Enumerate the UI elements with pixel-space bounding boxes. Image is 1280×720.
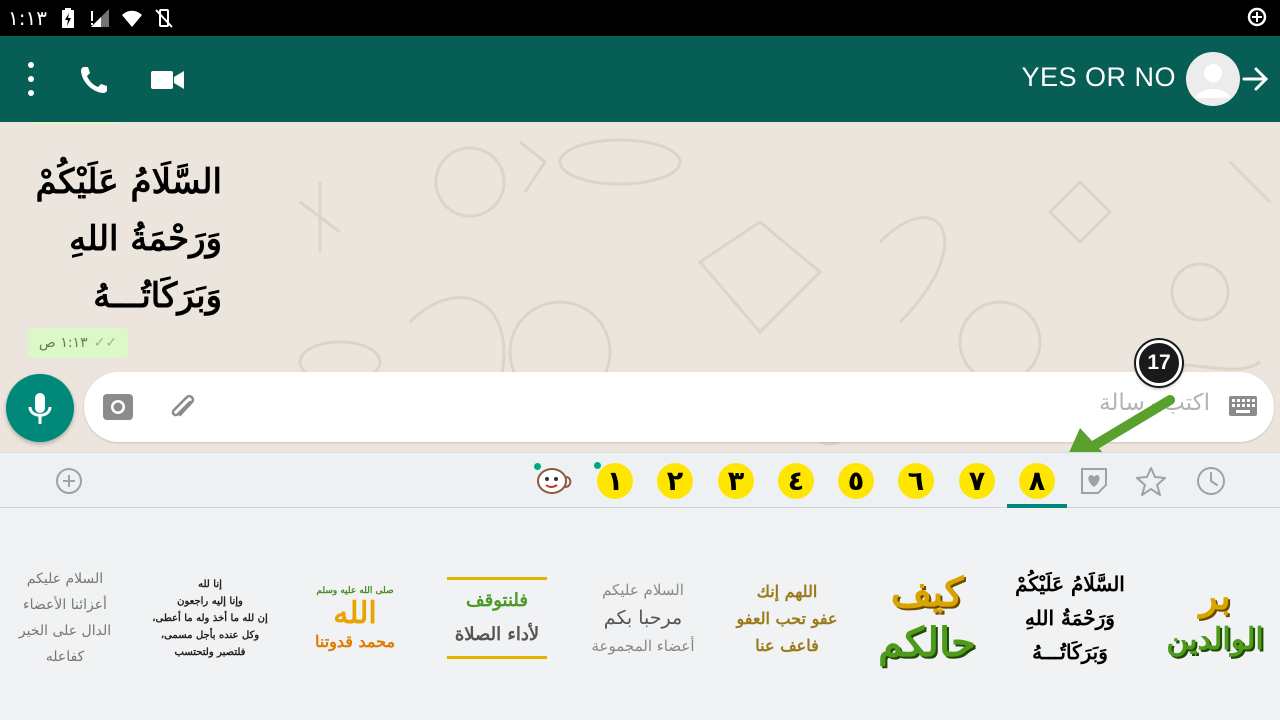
chat-header: YES OR NO xyxy=(0,36,1280,122)
sticker-item[interactable]: السلام عليكم أعزائنا الأعضاء الدال على ا… xyxy=(0,558,130,678)
sticker-line: كيف xyxy=(890,569,964,616)
sticker-tabs: ١ ٢ ٣ ٤ ٥ ٦ ٧ ٨ xyxy=(0,452,1280,508)
sticker-line: وإنا إليه راجعون xyxy=(177,595,243,607)
sticker-line: فلتصبر ولتحتسب xyxy=(174,646,246,658)
tab-cup-sticker-pack[interactable] xyxy=(534,463,572,499)
vibrate-off-icon xyxy=(155,9,173,28)
tab-sticker-pack-3[interactable]: ٣ xyxy=(718,463,754,499)
sticker-line: السلام عليكم xyxy=(602,581,684,599)
starred-stickers-icon[interactable] xyxy=(1135,465,1167,497)
sticker-line: السَّلَامُ عَلَيْكُمْ xyxy=(1015,572,1125,596)
recent-stickers-icon[interactable] xyxy=(1195,465,1227,497)
sticker-line: أعضاء المجموعة xyxy=(591,637,695,655)
step-number-badge: 17 xyxy=(1136,340,1182,386)
sticker-item[interactable]: اللهم إنك عفو تحب العفو فاعف عنا xyxy=(722,558,852,678)
tab-sticker-pack-4[interactable]: ٤ xyxy=(778,463,814,499)
sticker-line: محمد قدوتنا xyxy=(314,631,396,651)
sticker-item[interactable]: فلنتوقف لأداء الصلاة xyxy=(432,558,562,678)
sticker-line: الوالدين xyxy=(1166,622,1264,657)
sticker-item[interactable]: السلام عليكم مرحبا بكم أعضاء المجموعة xyxy=(578,558,708,678)
sticker-message[interactable]: السَّلَامُ عَلَيْكُمْ وَرَحْمَةُ اللهِ و… xyxy=(22,154,222,325)
tab-sticker-pack-7[interactable]: ٧ xyxy=(959,463,995,499)
sticker-line: صلى الله عليه وسلم xyxy=(316,585,394,596)
sticker-line: وَرَحْمَةُ اللهِ xyxy=(69,219,222,259)
sticker-line: اللهم إنك xyxy=(756,581,818,601)
tab-sticker-pack-6[interactable]: ٦ xyxy=(898,463,934,499)
new-pack-dot xyxy=(594,462,601,469)
sticker-line: وَبَرَكَاتُـــهُ xyxy=(1032,640,1108,664)
more-options-icon[interactable] xyxy=(22,62,40,96)
default-avatar-icon xyxy=(1196,64,1230,98)
tab-sticker-pack-2[interactable]: ٢ xyxy=(657,463,693,499)
microphone-icon xyxy=(28,393,52,424)
keyboard-icon[interactable] xyxy=(1228,394,1258,418)
sticker-item[interactable]: كيف حالكم xyxy=(862,558,992,678)
clock: ١:١٣ xyxy=(8,6,47,30)
sticker-line: وَرَحْمَةُ اللهِ xyxy=(1025,606,1115,630)
attachment-icon[interactable] xyxy=(166,390,202,426)
previous-message-edge xyxy=(28,122,124,124)
sticker-item[interactable]: السَّلَامُ عَلَيْكُمْ وَرَحْمَةُ اللهِ و… xyxy=(1005,558,1135,678)
video-call-icon[interactable] xyxy=(148,60,188,100)
sticker-line: حالكم xyxy=(878,619,976,666)
sticker-line: إنا لله xyxy=(198,578,222,590)
sticker-line: وكل عنده بأجل مسمى، xyxy=(160,629,260,641)
sticker-item[interactable]: بر الوالدين xyxy=(1150,558,1280,678)
double-check-icon: ✓✓ xyxy=(93,335,118,351)
sticker-line: مرحبا بكم xyxy=(603,607,683,629)
data-saver-icon xyxy=(1247,7,1267,27)
message-timestamp: ١:١٣ ص ✓✓ xyxy=(28,328,128,358)
signal-icon xyxy=(90,9,109,27)
sticker-line: عفو تحب العفو xyxy=(736,608,838,628)
sticker-item[interactable]: صلى الله عليه وسلم الله محمد قدوتنا xyxy=(290,558,420,678)
tab-sticker-pack-1[interactable]: ١ xyxy=(597,463,633,499)
sticker-line: إن لله ما أخذ وله ما أعطى، xyxy=(152,612,268,624)
add-sticker-pack-icon[interactable] xyxy=(54,466,84,496)
new-pack-dot xyxy=(534,463,541,470)
contact-avatar[interactable] xyxy=(1186,52,1240,106)
sticker-line: فاعف عنا xyxy=(755,635,819,655)
favorites-sticker-icon[interactable] xyxy=(1078,465,1110,497)
voice-record-button[interactable] xyxy=(6,374,74,442)
sticker-grid: السلام عليكم أعزائنا الأعضاء الدال على ا… xyxy=(0,508,1280,720)
sticker-line: أعزائنا الأعضاء xyxy=(23,597,107,613)
sticker-line: السلام عليكم xyxy=(26,571,104,587)
sticker-line: بر xyxy=(1199,573,1231,618)
sticker-item[interactable]: إنا لله وإنا إليه راجعون إن لله ما أخذ و… xyxy=(145,558,275,678)
camera-icon[interactable] xyxy=(102,392,134,422)
back-arrow-icon[interactable] xyxy=(1240,62,1272,96)
tab-sticker-pack-5[interactable]: ٥ xyxy=(838,463,874,499)
message-time: ١:١٣ ص xyxy=(38,335,88,351)
sticker-line: الدال على الخير كفاعله xyxy=(18,623,112,665)
sticker-line: فلنتوقف xyxy=(466,590,528,611)
voice-call-icon[interactable] xyxy=(74,60,114,100)
tab-sticker-pack-8[interactable]: ٨ xyxy=(1019,463,1055,499)
sticker-line: الله xyxy=(333,595,377,631)
battery-charging-icon xyxy=(61,8,74,28)
contact-name[interactable]: YES OR NO xyxy=(1021,62,1176,93)
sticker-line: وَبَرَكَاتُـــهُ xyxy=(93,276,222,316)
status-bar: ١:١٣ xyxy=(0,0,1280,36)
sticker-line: السَّلَامُ عَلَيْكُمْ xyxy=(35,162,222,202)
wifi-icon xyxy=(121,10,142,27)
sticker-line: لأداء الصلاة xyxy=(454,624,540,645)
